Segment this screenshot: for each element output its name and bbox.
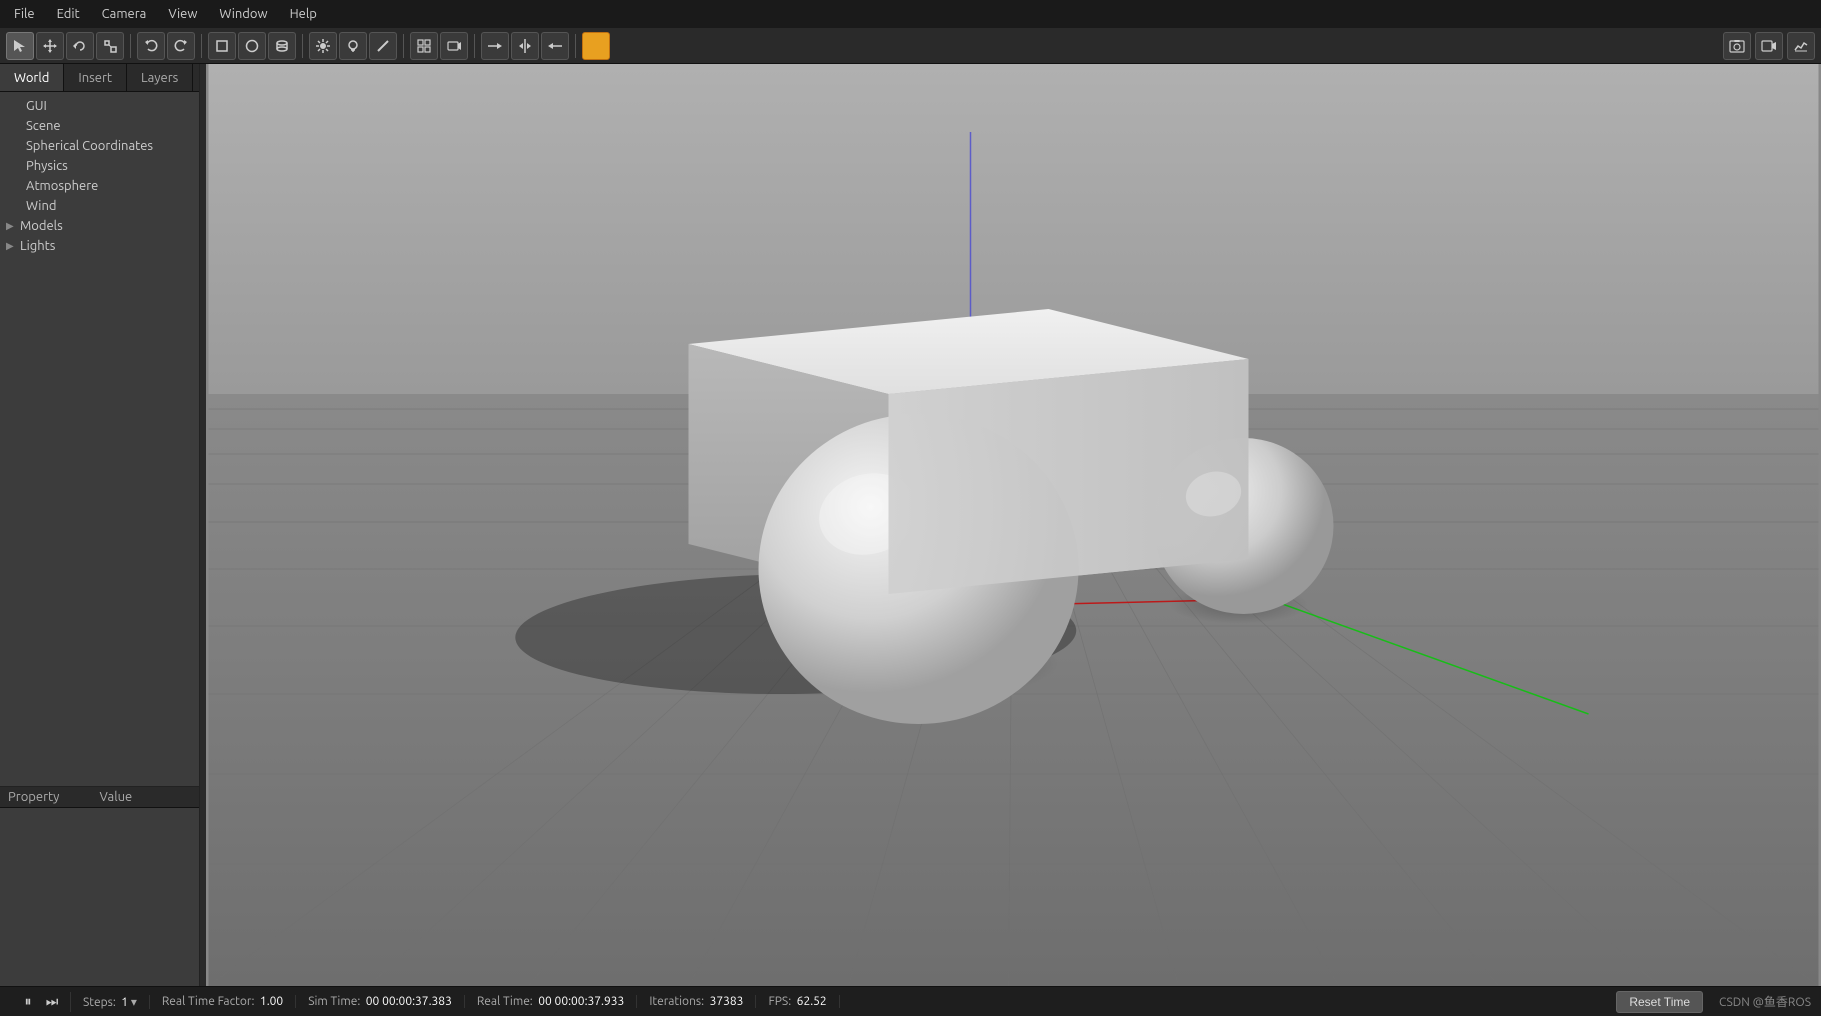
watermark-text: CSDN @鱼香ROS [1719,993,1811,1010]
viewport[interactable] [206,64,1821,986]
rotate-tool-button[interactable] [66,32,94,60]
sep6 [575,34,576,58]
tree-panel: GUI Scene Spherical Coordinates Physics … [0,92,199,786]
steps-value: 1 [121,996,128,1009]
sep1 [130,34,131,58]
menu-edit[interactable]: Edit [47,5,90,23]
play-controls: ⏸ ⏭ [10,992,71,1012]
simtime-value: 00 00:00:37.383 [366,995,452,1008]
align-center-button[interactable] [511,32,539,60]
tree-item-models[interactable]: ▶ Models [0,216,199,236]
cylinder-shape-button[interactable] [268,32,296,60]
menu-file[interactable]: File [4,5,45,23]
simtime-label: Sim Time: [308,995,360,1008]
camera-view-button[interactable] [440,32,468,60]
statusbar: ⏸ ⏭ Steps: 1 ▾ Real Time Factor: 1.00 Si… [0,986,1821,1016]
mirror-button[interactable] [541,32,569,60]
tree-label-scene: Scene [26,119,61,133]
translate-tool-button[interactable] [36,32,64,60]
tab-layers[interactable]: Layers [127,64,193,91]
select-tool-button[interactable] [6,32,34,60]
tab-world[interactable]: World [0,64,64,91]
iterations-value: 37383 [710,995,744,1008]
steps-item: Steps: 1 ▾ [71,995,150,1009]
property-col-property: Property [8,790,100,804]
tree-arrow-models: ▶ [6,220,16,232]
scale-tool-button[interactable] [96,32,124,60]
snap-button[interactable] [410,32,438,60]
menubar: File Edit Camera View Window Help [0,0,1821,28]
tree-label-gui: GUI [26,99,47,113]
tree-item-atmosphere[interactable]: Atmosphere [0,176,199,196]
sep3 [302,34,303,58]
tree-item-wind[interactable]: Wind [0,196,199,216]
redo-button[interactable] [167,32,195,60]
sep5 [474,34,475,58]
pause-button[interactable]: ⏸ [18,992,38,1012]
tree-arrow-lights: ▶ [6,240,16,252]
simtime-item: Sim Time: 00 00:00:37.383 [296,995,465,1008]
property-panel: Property Value [0,786,199,986]
box-shape-button[interactable] [208,32,236,60]
line-tool-button[interactable] [369,32,397,60]
property-header: Property Value [0,787,199,808]
reset-time-button[interactable]: Reset Time [1616,991,1703,1013]
iterations-item: Iterations: 37383 [637,995,756,1008]
fps-label: FPS: [768,995,791,1008]
menu-window[interactable]: Window [209,5,277,23]
menu-view[interactable]: View [158,5,207,23]
menu-help[interactable]: Help [280,5,327,23]
orange-tool-button[interactable] [582,32,610,60]
tree-item-scene[interactable]: Scene [0,116,199,136]
undo-button[interactable] [137,32,165,60]
step-button[interactable]: ⏭ [42,992,62,1012]
tree-item-physics[interactable]: Physics [0,156,199,176]
realtime-item: Real Time: 00 00:00:37.933 [465,995,637,1008]
tree-label-atmosphere: Atmosphere [26,179,98,193]
sep4 [403,34,404,58]
sun-light-button[interactable] [309,32,337,60]
main-container: World Insert Layers GUI Scene Spherical … [0,64,1821,986]
tree-item-gui[interactable]: GUI [0,96,199,116]
rtf-label: Real Time Factor: [162,995,255,1008]
fps-value: 62.52 [797,995,827,1008]
screenshot-button[interactable] [1723,32,1751,60]
point-light-button[interactable] [339,32,367,60]
tree-item-spherical[interactable]: Spherical Coordinates [0,136,199,156]
left-panel: World Insert Layers GUI Scene Spherical … [0,64,200,986]
fps-item: FPS: 62.52 [756,995,839,1008]
realtime-value: 00 00:00:37.933 [538,995,624,1008]
toolbar [0,28,1821,64]
graph-button[interactable] [1787,32,1815,60]
tree-item-lights[interactable]: ▶ Lights [0,236,199,256]
align-left-button[interactable] [481,32,509,60]
iterations-label: Iterations: [649,995,704,1008]
rtf-value: 1.00 [260,995,283,1008]
sep2 [201,34,202,58]
video-button[interactable] [1755,32,1783,60]
property-col-value: Value [100,790,192,804]
steps-arrow[interactable]: ▾ [131,996,137,1009]
tree-label-physics: Physics [26,159,68,173]
steps-label: Steps: [83,996,116,1009]
rtf-item: Real Time Factor: 1.00 [150,995,296,1008]
menu-camera[interactable]: Camera [92,5,157,23]
tree-label-wind: Wind [26,199,56,213]
tab-bar: World Insert Layers [0,64,199,92]
tab-insert[interactable]: Insert [64,64,127,91]
tree-label-spherical: Spherical Coordinates [26,139,153,153]
sphere-shape-button[interactable] [238,32,266,60]
tree-label-models: Models [20,219,63,233]
tree-label-lights: Lights [20,239,55,253]
realtime-label: Real Time: [477,995,533,1008]
